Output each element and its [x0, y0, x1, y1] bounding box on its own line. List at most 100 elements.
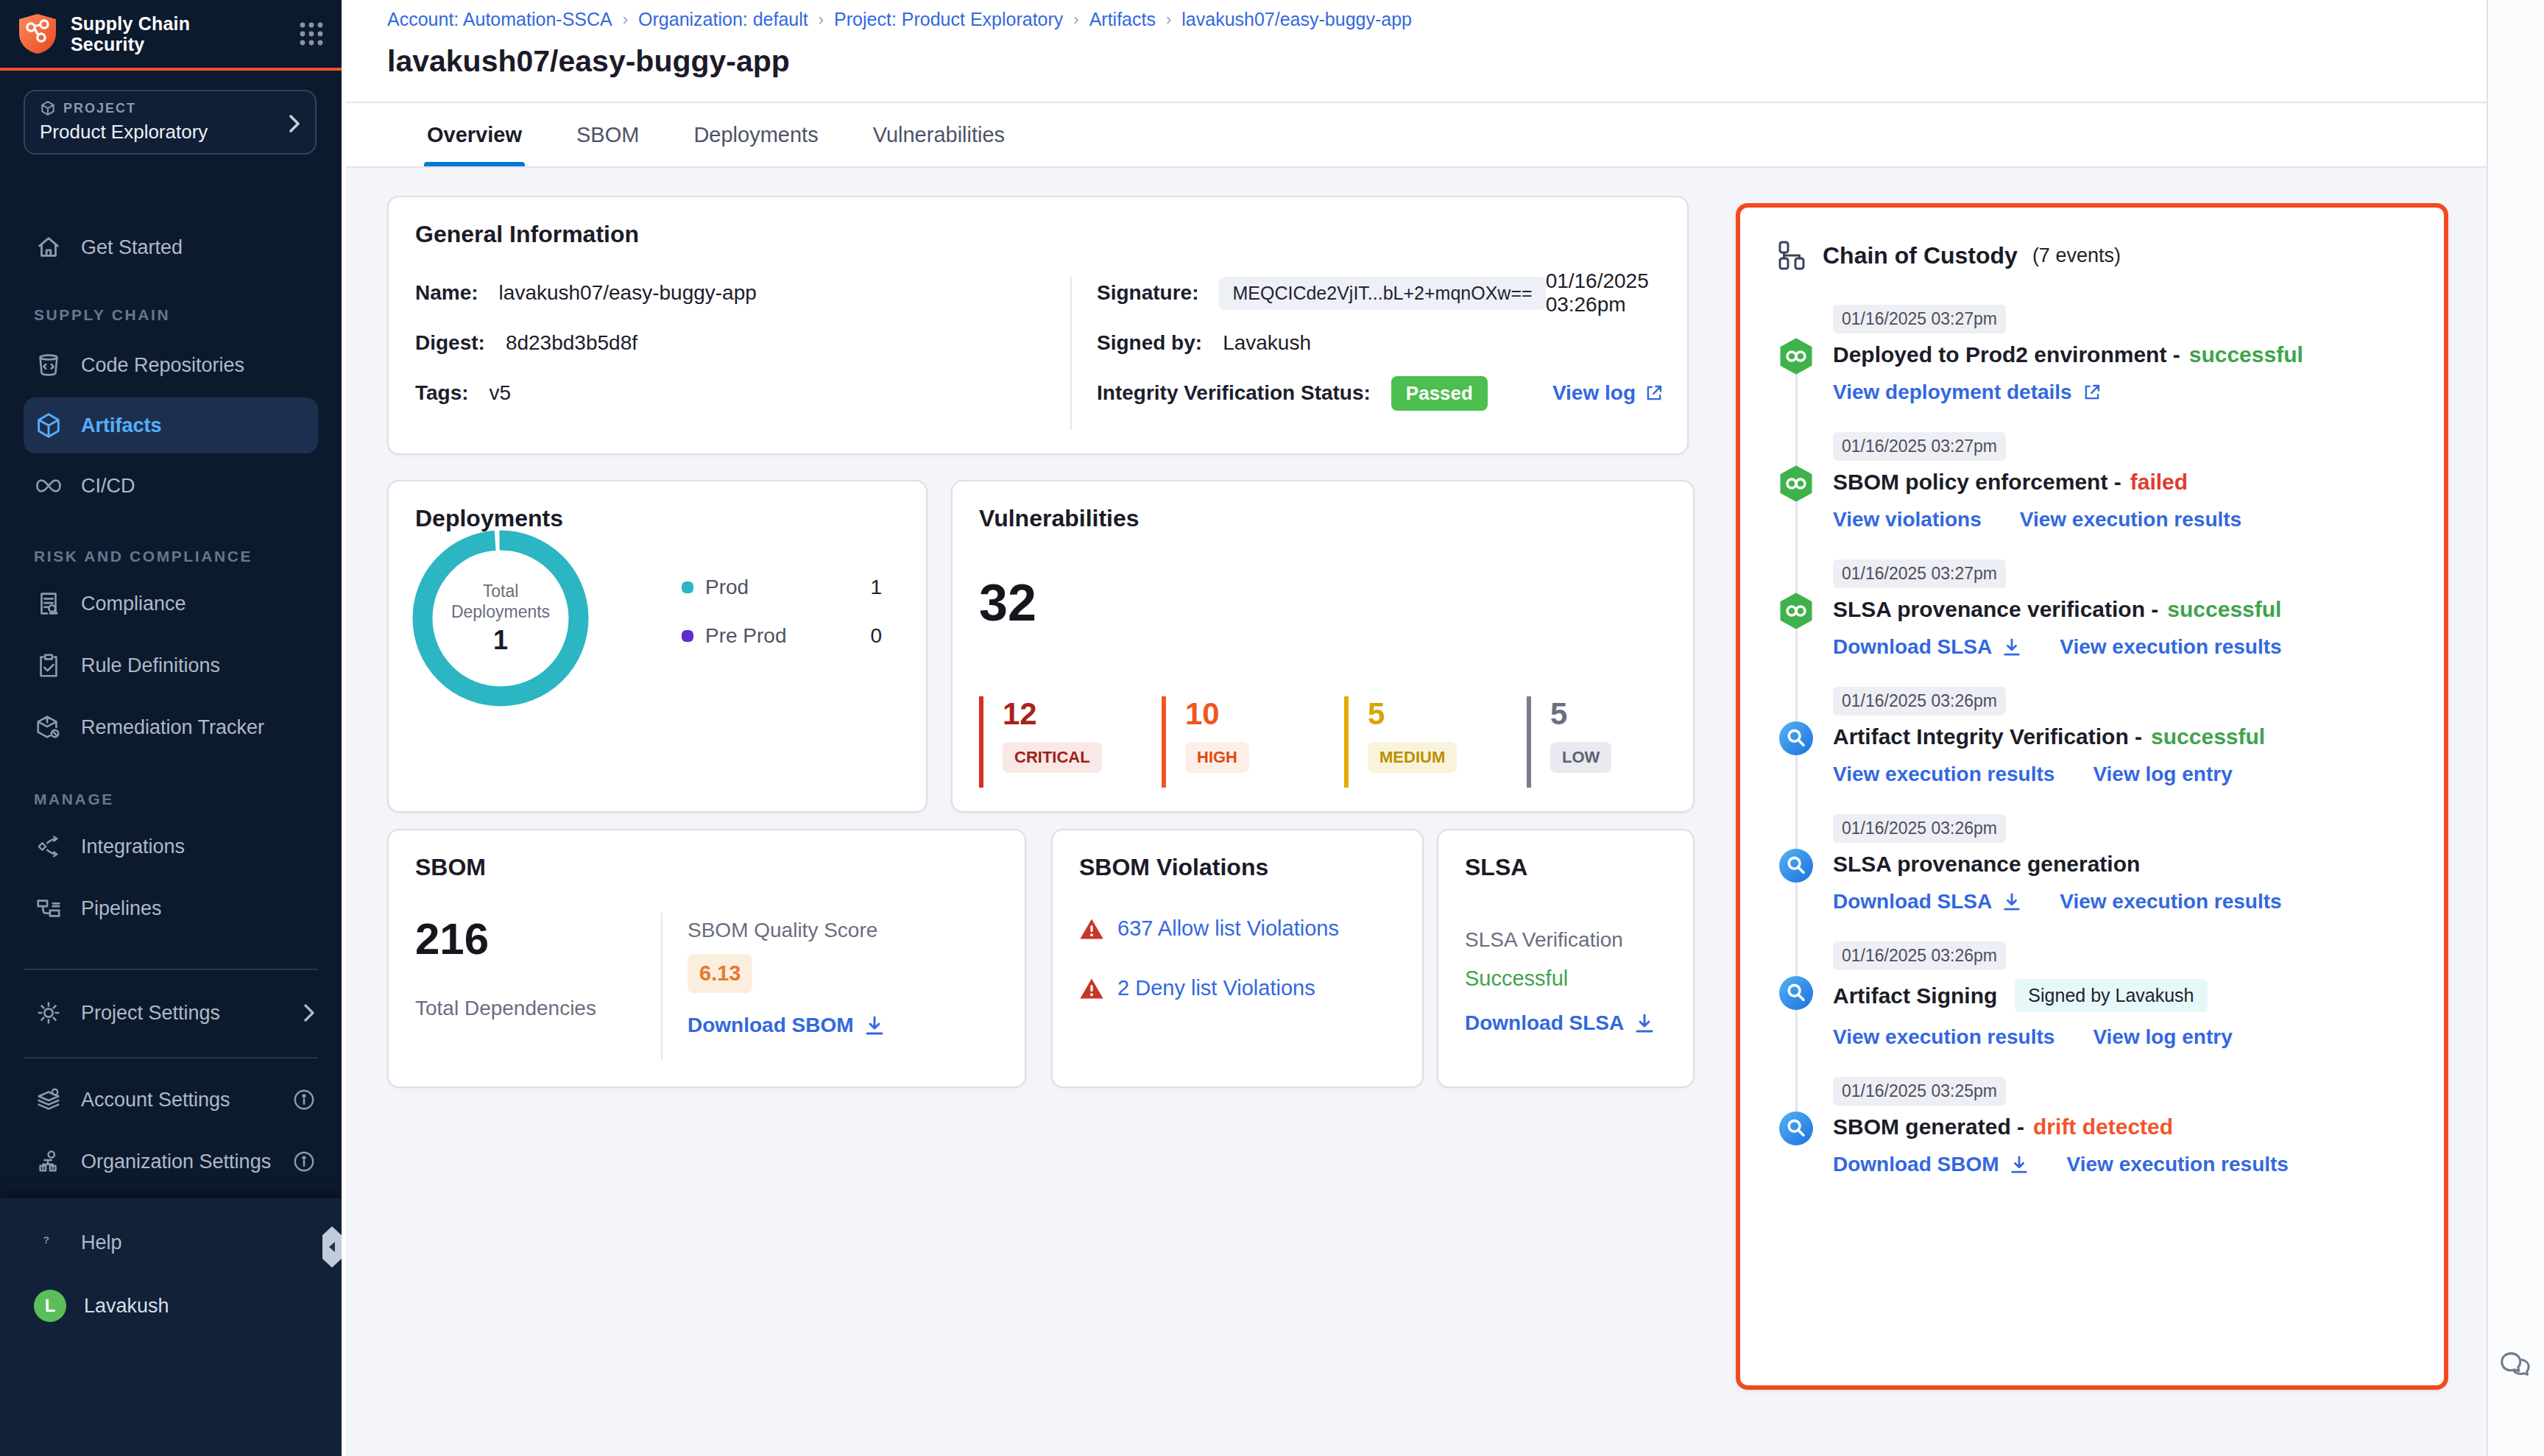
main: Account: Automation-SSCA › Organization:…: [342, 0, 2544, 1456]
download-sbom-link[interactable]: Download SBOM: [1833, 1153, 2029, 1176]
chain-event-2: 01/16/2025 03:27pm SBOM policy enforceme…: [1777, 431, 2414, 531]
view-deployment-details-link[interactable]: View deployment details: [1833, 381, 2102, 404]
deploy-stage-icon: [1777, 337, 1815, 375]
sidebar-item-account-settings[interactable]: Account Settings: [0, 1075, 342, 1125]
download-slsa-link[interactable]: Download SLSA: [1465, 1011, 1624, 1035]
chain-events: 01/16/2025 03:27pm Deployed to Prod2 env…: [1777, 303, 2414, 1176]
sidebar-item-cicd[interactable]: CI/CD: [0, 461, 342, 511]
section-supply-chain: SUPPLY CHAIN: [34, 306, 342, 324]
sidebar-item-remediation-tracker[interactable]: Remediation Tracker: [0, 702, 342, 752]
signature-value[interactable]: MEQCICde2VjIT...bL+2+mqnOXw==: [1219, 277, 1545, 310]
sidebar-header: Supply Chain Security: [0, 0, 342, 71]
download-icon: [2002, 637, 2021, 657]
sidebar-item-code-repositories[interactable]: Code Repositories: [0, 340, 342, 390]
sidebar-item-help[interactable]: ? Help: [0, 1218, 342, 1268]
prod-dot-icon: [682, 582, 693, 593]
severity-low: 5 LOW: [1527, 696, 1709, 788]
breadcrumb-artifacts[interactable]: Artifacts: [1089, 9, 1156, 30]
sidebar-item-organization-settings[interactable]: Organization Settings: [0, 1137, 342, 1187]
help-chat-icon: ?: [34, 1228, 63, 1257]
sidebar-item-artifacts[interactable]: Artifacts: [24, 397, 318, 453]
pre-prod-dot-icon: [682, 630, 693, 642]
chain-event-7: 01/16/2025 03:25pm SBOM generated -drift…: [1777, 1075, 2414, 1176]
event-timestamp: 01/16/2025 03:25pm: [1833, 1077, 2006, 1106]
project-selector[interactable]: PROJECT Product Exploratory: [24, 90, 317, 155]
download-icon: [1634, 1013, 1655, 1033]
allow-list-violations-link[interactable]: 637 Allow list Violations: [1117, 916, 1339, 941]
info-icon: [293, 1151, 315, 1173]
tab-vulnerabilities[interactable]: Vulnerabilities: [873, 103, 1005, 166]
view-execution-results-link[interactable]: View execution results: [1833, 763, 2054, 786]
sidebar-item-project-settings[interactable]: Project Settings: [0, 988, 342, 1038]
vulnerabilities-card: Vulnerabilities 32 12 CRITICAL 10 HIGH 5…: [951, 480, 1695, 813]
sidebar-item-pipelines[interactable]: Pipelines: [0, 883, 342, 933]
view-execution-results-link[interactable]: View execution results: [2060, 890, 2281, 913]
divider: [1070, 277, 1072, 430]
avatar: L: [34, 1290, 66, 1322]
page-title: lavakush07/easy-buggy-app: [387, 44, 790, 79]
slsa-verification-label: SLSA Verification: [1465, 928, 1670, 952]
external-link-icon: [2082, 383, 2102, 402]
sidebar-footer: ? Help L Lavakush: [0, 1198, 342, 1456]
view-log-link[interactable]: View log: [1552, 381, 1636, 405]
tags-label: Tags:: [415, 381, 469, 405]
sidebar-item-rule-definitions[interactable]: Rule Definitions: [0, 640, 342, 690]
tab-deployments[interactable]: Deployments: [693, 103, 818, 166]
tab-sbom[interactable]: SBOM: [576, 103, 639, 166]
slsa-generation-stage-icon: [1777, 847, 1815, 885]
legend-pre-prod: Pre Prod 0: [682, 624, 882, 648]
tab-bar: Overview SBOM Deployments Vulnerabilitie…: [346, 103, 2487, 168]
breadcrumb-artifact-name[interactable]: lavakush07/easy-buggy-app: [1181, 9, 1412, 30]
download-slsa-link[interactable]: Download SLSA: [1833, 635, 2021, 659]
remediation-box-icon: [34, 713, 63, 742]
download-sbom-link[interactable]: Download SBOM: [688, 1014, 854, 1037]
artifact-name: lavakush07/easy-buggy-app: [499, 281, 757, 305]
organization-settings-icon: [34, 1147, 63, 1176]
view-log-entry-link[interactable]: View log entry: [2093, 763, 2232, 786]
view-violations-link[interactable]: View violations: [1833, 508, 1982, 531]
sidebar-item-get-started[interactable]: Get Started: [0, 222, 342, 272]
deny-list-violations-link[interactable]: 2 Deny list Violations: [1117, 976, 1315, 1000]
sidebar-item-compliance[interactable]: Compliance: [0, 579, 342, 629]
info-icon: [293, 1089, 315, 1111]
severity-row: 12 CRITICAL 10 HIGH 5 MEDIUM 5 LOW: [979, 696, 1709, 788]
view-execution-results-link[interactable]: View execution results: [2067, 1153, 2289, 1176]
view-execution-results-link[interactable]: View execution results: [1833, 1025, 2054, 1049]
chain-event-3: 01/16/2025 03:27pm SLSA provenance verif…: [1777, 558, 2414, 659]
sidebar-item-integrations[interactable]: Integrations: [0, 821, 342, 872]
sidebar-collapse-handle[interactable]: [322, 1226, 342, 1268]
view-execution-results-link[interactable]: View execution results: [2020, 508, 2241, 531]
svg-text:?: ?: [43, 1234, 49, 1245]
signing-stage-icon: [1777, 974, 1815, 1012]
event-timestamp: 01/16/2025 03:27pm: [1833, 559, 2006, 588]
name-label: Name:: [415, 281, 478, 305]
tab-overview[interactable]: Overview: [427, 103, 522, 166]
divider: [24, 969, 318, 970]
chat-help-icon[interactable]: [2498, 1347, 2532, 1381]
breadcrumb-project[interactable]: Project: Product Exploratory: [834, 9, 1063, 30]
view-log-entry-link[interactable]: View log entry: [2093, 1025, 2232, 1049]
artifact-tags: v5: [490, 381, 512, 405]
deployments-card: Deployments Total Deployments 1 Prod 1: [387, 480, 928, 813]
slsa-verification-status: Successful: [1465, 966, 1670, 991]
chain-event-6: 01/16/2025 03:26pm Artifact SigningSigne…: [1777, 940, 2414, 1049]
download-slsa-link[interactable]: Download SLSA: [1833, 890, 2021, 913]
breadcrumb-organization[interactable]: Organization: default: [638, 9, 808, 30]
card-title: Deployments: [415, 505, 902, 532]
divider: [661, 913, 662, 1060]
deployments-legend: Prod 1 Pre Prod 0: [682, 576, 882, 673]
download-icon: [864, 1015, 885, 1036]
section-risk-compliance: RISK AND COMPLIANCE: [34, 548, 342, 565]
chain-of-custody-count: (7 events): [2032, 244, 2121, 267]
artifacts-cube-icon: [34, 411, 63, 440]
code-repo-icon: [34, 350, 63, 380]
app-switcher-icon[interactable]: [299, 21, 324, 46]
breadcrumb-account[interactable]: Account: Automation-SSCA: [387, 9, 612, 30]
page-header: Account: Automation-SSCA › Organization:…: [346, 0, 2487, 103]
project-cube-icon: [40, 100, 56, 116]
chain-event-5: 01/16/2025 03:26pm SLSA provenance gener…: [1777, 813, 2414, 913]
donut-center-label: Total Deployments: [449, 581, 552, 622]
view-execution-results-link[interactable]: View execution results: [2060, 635, 2281, 659]
sidebar-user[interactable]: L Lavakush: [0, 1281, 342, 1331]
app: Supply Chain Security PROJECT Product Ex…: [0, 0, 2544, 1456]
